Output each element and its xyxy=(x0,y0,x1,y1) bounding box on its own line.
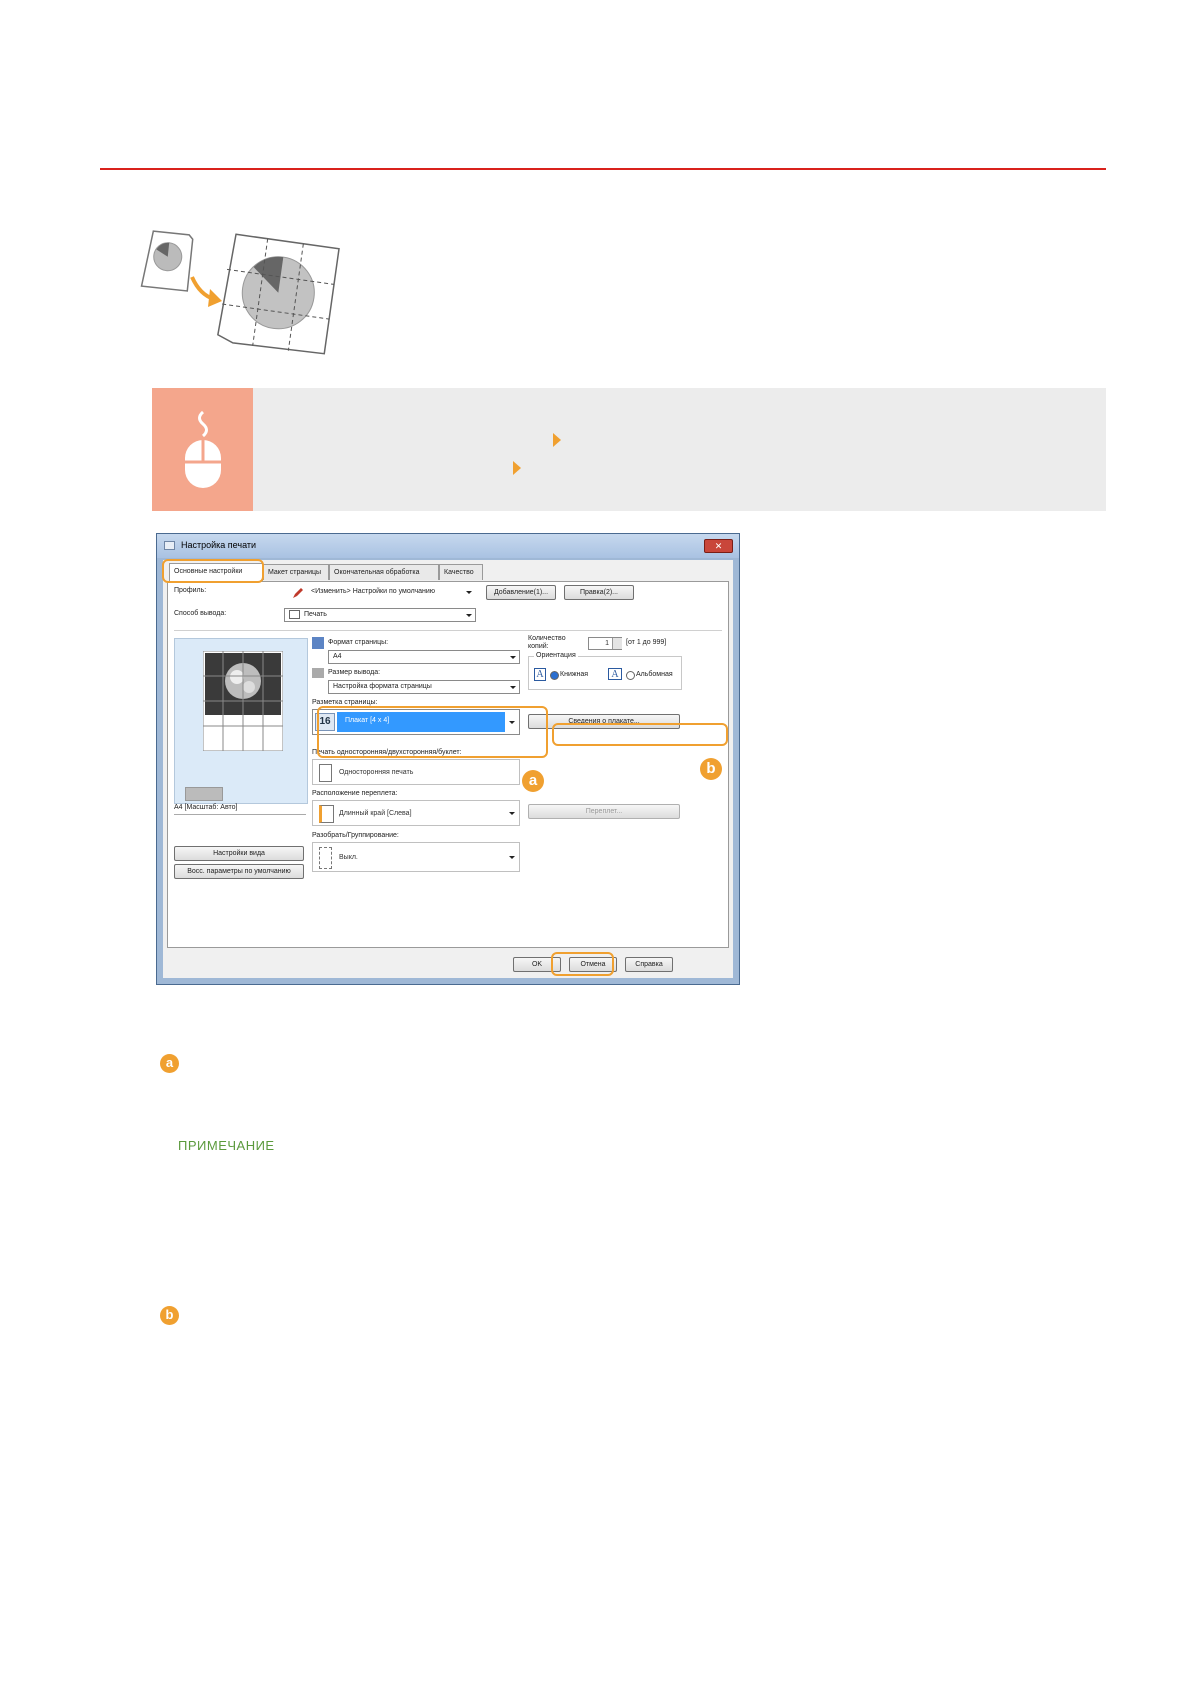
binding-location-label: Расположение переплета: xyxy=(312,790,398,797)
page-size-label: Формат страницы: xyxy=(328,639,389,646)
preview-toggle-icon[interactable] xyxy=(185,787,223,801)
page-layout-label: Разметка страницы: xyxy=(312,699,378,706)
landscape-label: Альбомная xyxy=(636,671,673,678)
copies-range: [от 1 до 999] xyxy=(626,639,667,646)
tab-finishing[interactable]: Окончательная обработка xyxy=(329,564,439,580)
pencil-icon xyxy=(293,588,303,598)
step-arrow-icon xyxy=(553,433,561,447)
help-button[interactable]: Справка xyxy=(625,957,673,972)
output-size-value: Настройка формата страницы xyxy=(333,683,432,690)
tab-panel: Профиль: <Изменить> Настройки по умолчан… xyxy=(167,581,729,948)
copies-label-2: копий: xyxy=(528,643,549,650)
ok-highlight xyxy=(551,952,614,976)
print-settings-dialog: Настройка печати ✕ Основные настройки Ма… xyxy=(156,533,740,985)
preview-pane xyxy=(174,638,308,804)
marker-b: b xyxy=(700,758,722,780)
collate-value: Выкл. xyxy=(339,854,358,861)
poster-illustration xyxy=(138,227,348,357)
edit-profile-button[interactable]: Правка(2)... xyxy=(564,585,634,600)
collate-icon xyxy=(319,847,332,869)
header-rule xyxy=(100,168,1106,170)
mouse-operation-badge xyxy=(152,388,253,511)
dialog-title-bar: Настройка печати ✕ xyxy=(157,534,739,558)
collate-select[interactable]: Выкл. xyxy=(312,842,520,872)
tab-page-setup[interactable]: Макет страницы xyxy=(263,564,329,580)
profile-select[interactable]: <Изменить> Настройки по умолчанию xyxy=(306,585,476,599)
separator xyxy=(174,630,722,631)
close-button[interactable]: ✕ xyxy=(704,539,733,553)
copies-label: Количество xyxy=(528,635,566,642)
output-size-icon xyxy=(312,668,324,678)
dialog-title: Настройка печати xyxy=(181,540,257,550)
binding-button[interactable]: Переплет... xyxy=(528,804,680,819)
tab-quality[interactable]: Качество xyxy=(439,564,483,580)
page-layout-highlight xyxy=(317,706,548,758)
output-method-value: Печать xyxy=(304,611,327,618)
profile-label: Профиль: xyxy=(174,587,207,594)
portrait-icon: A xyxy=(534,668,546,681)
page-size-value: A4 xyxy=(333,653,342,660)
collate-label: Разобрать/Группирование: xyxy=(312,832,399,839)
profile-value: <Изменить> Настройки по умолчанию xyxy=(311,588,436,595)
restore-defaults-button[interactable]: Восс. параметры по умолчанию xyxy=(174,864,304,879)
output-size-label: Размер вывода: xyxy=(328,669,381,676)
operation-panel xyxy=(152,388,1106,511)
orientation-label: Ориентация xyxy=(534,652,578,659)
item-marker-a: a xyxy=(160,1054,179,1073)
page-size-select[interactable]: A4 xyxy=(328,650,520,664)
separator xyxy=(174,814,306,815)
page-size-icon xyxy=(312,637,324,649)
item-marker-b: b xyxy=(160,1306,179,1325)
portrait-label: Книжная xyxy=(560,671,589,678)
chevron-down-icon xyxy=(509,812,515,815)
marker-a: a xyxy=(522,770,544,792)
dialog-body: Основные настройки Макет страницы Оконча… xyxy=(163,560,733,978)
duplex-select[interactable]: Односторонняя печать xyxy=(312,759,520,785)
chevron-down-icon xyxy=(509,856,515,859)
single-page-icon xyxy=(319,764,332,782)
tab-highlight xyxy=(162,559,264,583)
copies-stepper[interactable] xyxy=(612,638,622,649)
add-profile-button[interactable]: Добавление(1)... xyxy=(486,585,556,600)
poster-details-highlight xyxy=(552,723,728,746)
duplex-value: Односторонняя печать xyxy=(339,769,414,776)
landscape-icon: A xyxy=(608,668,622,680)
portrait-radio[interactable] xyxy=(550,671,559,680)
poster-preview-image xyxy=(203,651,283,751)
output-size-select[interactable]: Настройка формата страницы xyxy=(328,680,520,694)
printer-icon xyxy=(164,541,175,550)
output-method-select[interactable]: Печать xyxy=(284,608,476,622)
binding-location-select[interactable]: Длинный край [Слева] xyxy=(312,800,520,826)
preview-caption: A4 [Масштаб: Авто] xyxy=(174,804,238,811)
binding-edge-icon xyxy=(319,805,334,823)
printer-icon xyxy=(289,609,300,619)
view-settings-button[interactable]: Настройки вида xyxy=(174,846,304,861)
poster-printing-illustration xyxy=(140,230,340,355)
binding-location-value: Длинный край [Слева] xyxy=(339,810,412,817)
mouse-icon xyxy=(185,410,221,488)
output-method-label: Способ вывода: xyxy=(174,610,227,617)
step-arrow-icon xyxy=(513,461,521,475)
landscape-radio[interactable] xyxy=(626,671,635,680)
note-title: ПРИМЕЧАНИЕ xyxy=(178,1138,275,1153)
